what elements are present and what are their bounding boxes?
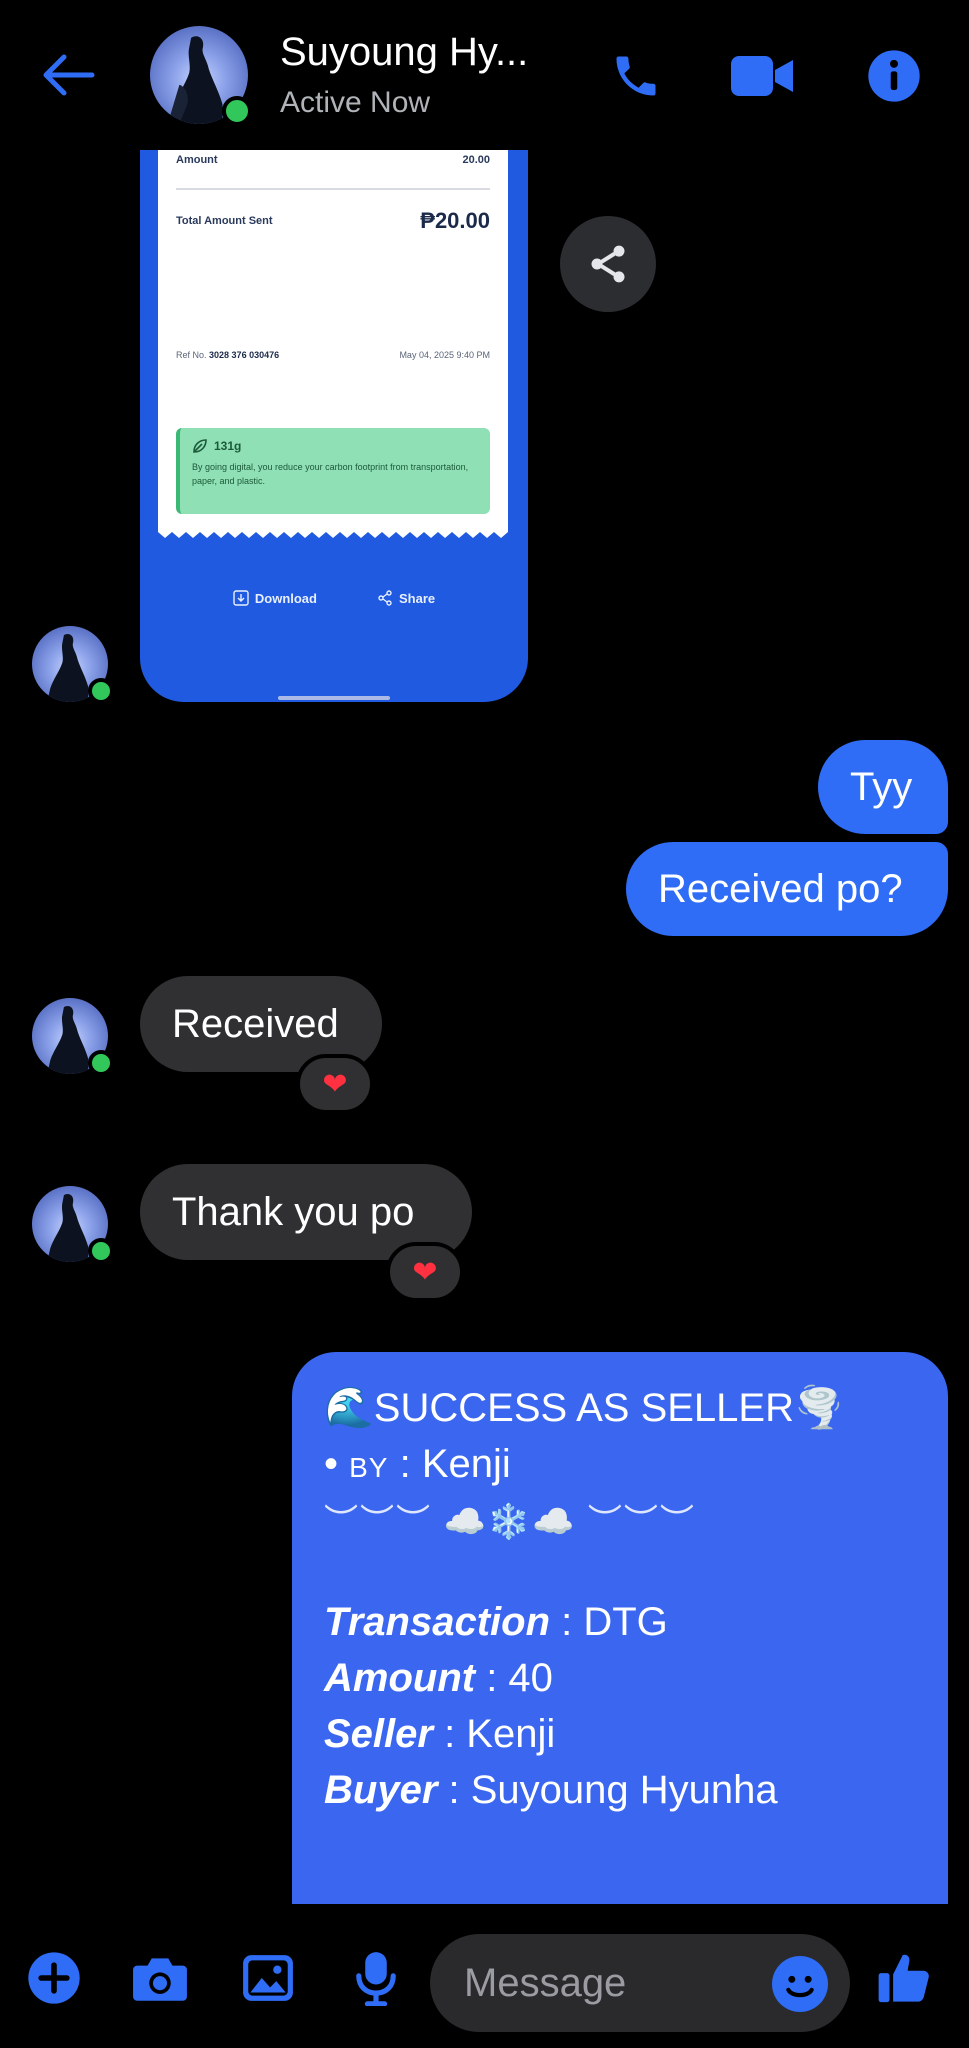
receipt-share-button: Share xyxy=(377,590,435,606)
receipt-image-message[interactable]: Amount 20.00 Total Amount Sent ₱20.00 Re… xyxy=(140,150,528,702)
message-bubble-sent[interactable]: Tyy xyxy=(818,740,948,834)
receipt-amount-label: Amount xyxy=(176,154,218,166)
field-value: : DTG xyxy=(550,1600,668,1644)
voice-message-button[interactable] xyxy=(344,1946,408,2010)
leaf-icon xyxy=(193,439,207,453)
field-transaction: Transaction : DTG xyxy=(324,1594,918,1650)
share-icon xyxy=(591,245,625,283)
success-title: 🌊SUCCESS AS SELLER🌪️ xyxy=(324,1386,844,1430)
gallery-icon xyxy=(243,1955,293,2001)
home-indicator xyxy=(278,696,390,700)
sender-avatar[interactable] xyxy=(32,626,114,704)
receipt-ref: Ref No. 3028 376 030476 xyxy=(176,350,279,360)
emoji-icon xyxy=(774,1958,826,2010)
back-button[interactable] xyxy=(40,45,110,105)
receipt-ref-label: Ref No. xyxy=(176,350,207,360)
contact-name[interactable]: Suyoung Hy... xyxy=(280,30,528,75)
receipt-divider xyxy=(176,188,490,190)
contact-status: Active Now xyxy=(280,86,431,119)
download-label: Download xyxy=(254,590,317,606)
message-text: Received po? xyxy=(658,867,903,911)
receipt-actions: Download Share xyxy=(140,590,528,606)
field-value: : Suyoung Hyunha xyxy=(437,1768,778,1812)
receipt-download-button: Download xyxy=(233,590,317,606)
field-value: : Kenji xyxy=(432,1712,556,1756)
more-actions-button[interactable] xyxy=(22,1946,86,2010)
back-arrow-icon xyxy=(43,54,95,96)
message-text: Tyy xyxy=(850,765,913,809)
receipt-total-value: ₱20.00 xyxy=(420,208,490,233)
share-image-button[interactable] xyxy=(560,216,656,312)
field-label: Transaction xyxy=(324,1600,550,1644)
gallery-button[interactable] xyxy=(236,1946,300,2010)
carbon-footprint-card: 131g By going digital, you reduce your c… xyxy=(176,428,490,514)
decorative-divider: ︶︶︶ ☁️❄️☁️ ︶︶︶ xyxy=(324,1503,696,1541)
message-input[interactable] xyxy=(464,1934,764,2032)
video-call-button[interactable] xyxy=(731,44,795,108)
thumbs-up-icon xyxy=(878,1954,929,2003)
receipt-date: May 04, 2025 9:40 PM xyxy=(399,350,490,360)
phone-icon xyxy=(616,56,656,96)
byline: • BY : Kenji xyxy=(324,1436,918,1496)
online-indicator xyxy=(222,96,252,126)
receipt-ref-number: 3028 376 030476 xyxy=(209,350,280,360)
like-button[interactable] xyxy=(872,1946,936,2010)
message-text: Received xyxy=(172,1002,339,1046)
receipt-paper: Amount 20.00 Total Amount Sent ₱20.00 Re… xyxy=(158,150,508,532)
emoji-button[interactable] xyxy=(772,1956,828,2012)
sender-avatar[interactable] xyxy=(32,1186,114,1264)
info-icon xyxy=(868,50,920,102)
heart-reaction[interactable]: ❤ xyxy=(296,1054,374,1114)
field-label: Amount xyxy=(324,1656,476,1700)
carbon-description: By going digital, you reduce your carbon… xyxy=(192,462,469,486)
byline-author: : Kenji xyxy=(388,1442,511,1486)
field-label: Buyer xyxy=(324,1768,438,1812)
online-indicator xyxy=(88,1050,114,1076)
message-bubble-sent-long[interactable]: 🌊SUCCESS AS SELLER🌪️ • BY : Kenji ︶︶︶ ☁️… xyxy=(292,1352,948,1904)
call-button[interactable] xyxy=(604,44,668,108)
carbon-title: 131g xyxy=(214,439,242,453)
chat-header: Suyoung Hy... Active Now xyxy=(0,0,969,150)
heart-reaction[interactable]: ❤ xyxy=(386,1242,464,1302)
byline-bullet: • xyxy=(324,1442,350,1486)
receipt-total-label: Total Amount Sent xyxy=(176,215,273,227)
online-indicator xyxy=(88,1238,114,1264)
message-text: Thank you po xyxy=(172,1190,415,1234)
receipt-torn-edge xyxy=(158,526,508,538)
heart-icon: ❤ xyxy=(322,1067,348,1101)
field-value: : 40 xyxy=(475,1656,553,1700)
download-icon xyxy=(233,590,249,606)
online-indicator xyxy=(88,678,114,704)
plus-icon xyxy=(28,1952,80,2004)
heart-icon: ❤ xyxy=(412,1255,438,1289)
message-bubble-sent[interactable]: Received po? xyxy=(626,842,948,936)
camera-button[interactable] xyxy=(128,1946,192,2010)
field-buyer: Buyer : Suyoung Hyunha xyxy=(324,1762,918,1818)
message-composer xyxy=(0,1906,969,2048)
field-label: Seller xyxy=(324,1712,433,1756)
video-camera-icon xyxy=(731,56,793,96)
share-small-icon xyxy=(378,590,392,606)
message-input-container xyxy=(430,1934,850,2032)
field-amount: Amount : 40 xyxy=(324,1650,918,1706)
receipt-amount-value: 20.00 xyxy=(462,154,490,166)
sender-avatar[interactable] xyxy=(32,998,114,1076)
field-seller: Seller : Kenji xyxy=(324,1706,918,1762)
contact-avatar[interactable] xyxy=(150,26,252,126)
microphone-icon xyxy=(356,1952,396,2006)
byline-label: BY xyxy=(349,1452,389,1483)
share-label: Share xyxy=(398,590,436,606)
camera-icon xyxy=(133,1958,187,2001)
info-button[interactable] xyxy=(862,44,926,108)
